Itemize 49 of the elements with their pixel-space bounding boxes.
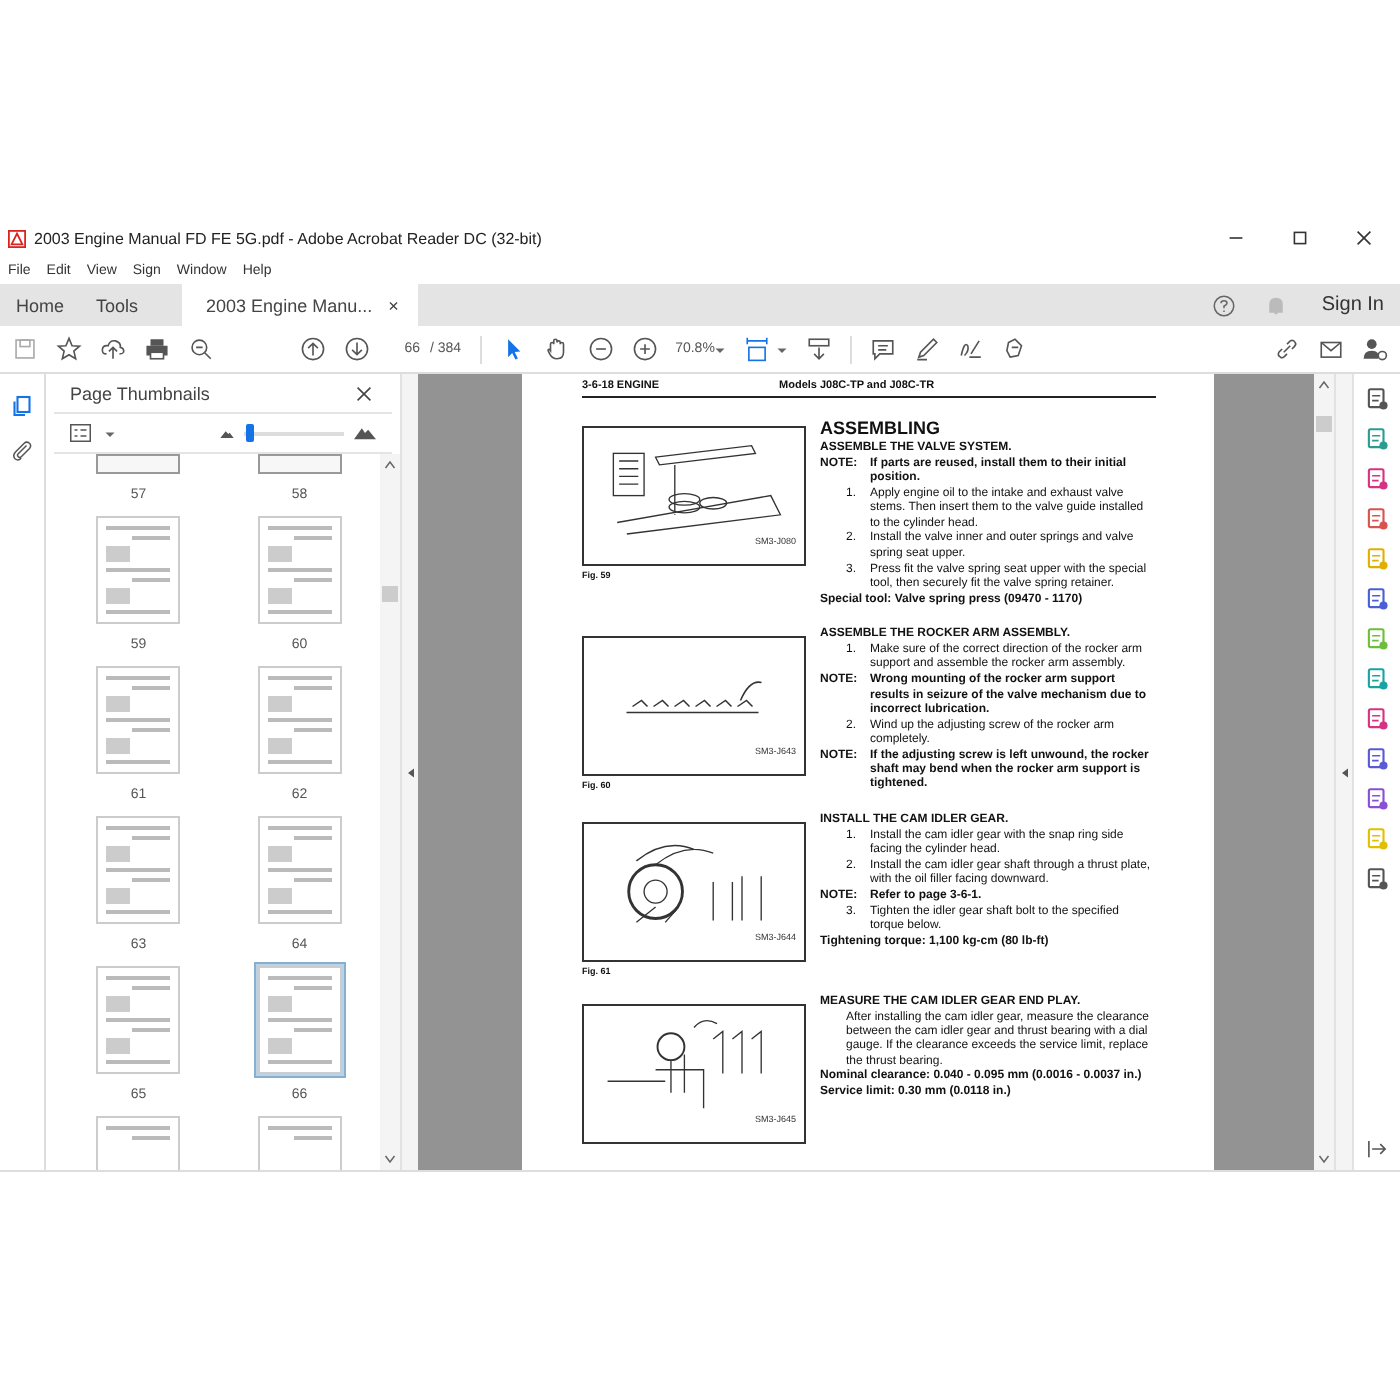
scroll-up-icon[interactable]	[384, 460, 396, 470]
collapse-arrow-icon[interactable]	[407, 767, 413, 777]
previous-page-icon[interactable]	[300, 336, 326, 362]
caret-icon[interactable]	[776, 343, 789, 355]
tab[interactable]: 2003 Engine Manu... ×	[182, 284, 419, 326]
scrollbar-thumb[interactable]	[1316, 416, 1332, 432]
scroll-down-icon[interactable]	[1318, 1154, 1330, 1164]
tab[interactable]: Tools	[80, 284, 155, 326]
close-icon[interactable]	[1356, 230, 1372, 246]
section-heading: ASSEMBLING	[820, 418, 943, 441]
help-icon[interactable]	[1211, 293, 1236, 317]
collapse-arrow-icon[interactable]	[1341, 767, 1347, 777]
caret-icon[interactable]	[104, 427, 116, 439]
tab[interactable]: Home	[0, 284, 81, 326]
document-icon[interactable]	[1364, 666, 1390, 692]
signature-icon[interactable]	[958, 336, 985, 362]
scroll-mode-icon[interactable]	[806, 336, 833, 362]
scrollbar-thumb[interactable]	[382, 586, 398, 602]
zoom-out-icon[interactable]	[587, 336, 614, 362]
document-icon[interactable]	[1364, 506, 1390, 532]
caret-icon[interactable]	[714, 343, 727, 355]
add-user-icon[interactable]	[1362, 336, 1388, 362]
mountain-small-icon	[220, 429, 234, 437]
page-thumbnail[interactable]	[253, 962, 346, 1078]
scroll-up-icon[interactable]	[1318, 380, 1330, 390]
paperclip-icon[interactable]	[10, 438, 34, 462]
maximize-icon[interactable]	[1292, 230, 1308, 246]
pages-icon[interactable]	[10, 394, 34, 418]
mountain-large-icon	[354, 426, 376, 440]
document-icon[interactable]	[1364, 586, 1390, 612]
panel-title: Page Thumbnails	[70, 384, 210, 404]
next-page-icon[interactable]	[344, 336, 370, 362]
app-logo-icon	[8, 229, 26, 247]
mail-icon[interactable]	[1318, 336, 1344, 362]
print-icon[interactable]	[144, 336, 170, 362]
star-icon[interactable]	[56, 336, 82, 362]
zoom-in-icon[interactable]	[631, 336, 658, 362]
options-icon[interactable]	[70, 424, 94, 442]
expand-panel-icon[interactable]	[1364, 1136, 1390, 1162]
sign-in-button[interactable]: Sign In	[1301, 284, 1400, 326]
hand-icon[interactable]	[543, 336, 570, 362]
close-icon[interactable]	[356, 386, 372, 402]
document-icon[interactable]	[1364, 426, 1390, 452]
window-title: 2003 Engine Manual FD FE 5G.pdf - Adobe Acrobat Reader DC (32-bit)	[34, 229, 542, 247]
fit-page-icon[interactable]	[744, 336, 771, 362]
cloud-upload-icon[interactable]	[100, 336, 126, 362]
scroll-down-icon[interactable]	[384, 1154, 396, 1164]
share-link-icon[interactable]	[1274, 336, 1300, 362]
slider-thumb[interactable]	[245, 423, 253, 441]
